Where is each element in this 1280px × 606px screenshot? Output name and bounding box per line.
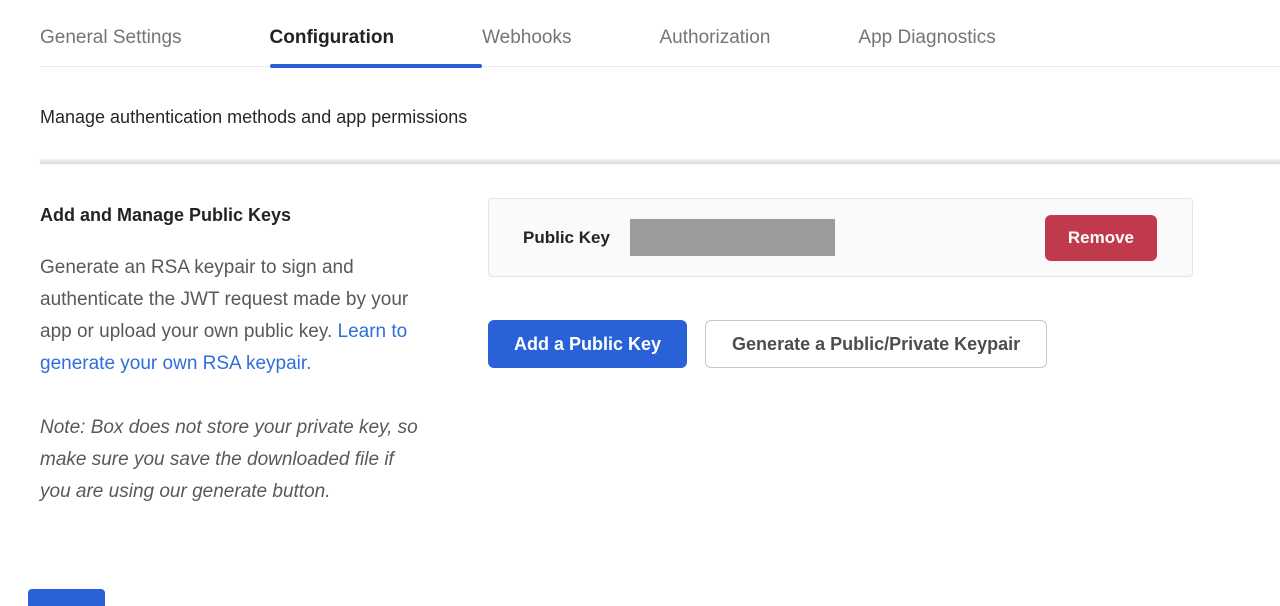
tab-authorization[interactable]: Authorization — [660, 0, 859, 66]
tab-app-diagnostics[interactable]: App Diagnostics — [858, 0, 1083, 66]
generate-keypair-button[interactable]: Generate a Public/Private Keypair — [705, 320, 1047, 368]
tab-webhooks[interactable]: Webhooks — [482, 0, 659, 66]
public-keys-description-column: Add and Manage Public Keys Generate an R… — [40, 164, 418, 508]
remove-key-button[interactable]: Remove — [1045, 215, 1157, 261]
add-public-key-button[interactable]: Add a Public Key — [488, 320, 687, 368]
section-heading: Add and Manage Public Keys — [40, 205, 418, 226]
tab-configuration[interactable]: Configuration — [270, 0, 483, 66]
tab-bar: General Settings Configuration Webhooks … — [40, 0, 1280, 67]
configuration-content: Add and Manage Public Keys Generate an R… — [0, 164, 1280, 508]
key-action-buttons: Add a Public Key Generate a Public/Priva… — [488, 320, 1193, 368]
public-key-label: Public Key — [523, 228, 610, 248]
private-key-note: Note: Box does not store your private ke… — [40, 412, 418, 508]
public-keys-controls-column: Public Key Remove Add a Public Key Gener… — [488, 164, 1193, 508]
public-key-row: Public Key Remove — [488, 198, 1193, 277]
tab-general-settings[interactable]: General Settings — [40, 0, 270, 66]
page-subtitle: Manage authentication methods and app pe… — [40, 107, 1280, 128]
partial-hidden-button[interactable] — [28, 589, 105, 606]
public-key-value-redacted — [630, 219, 835, 256]
